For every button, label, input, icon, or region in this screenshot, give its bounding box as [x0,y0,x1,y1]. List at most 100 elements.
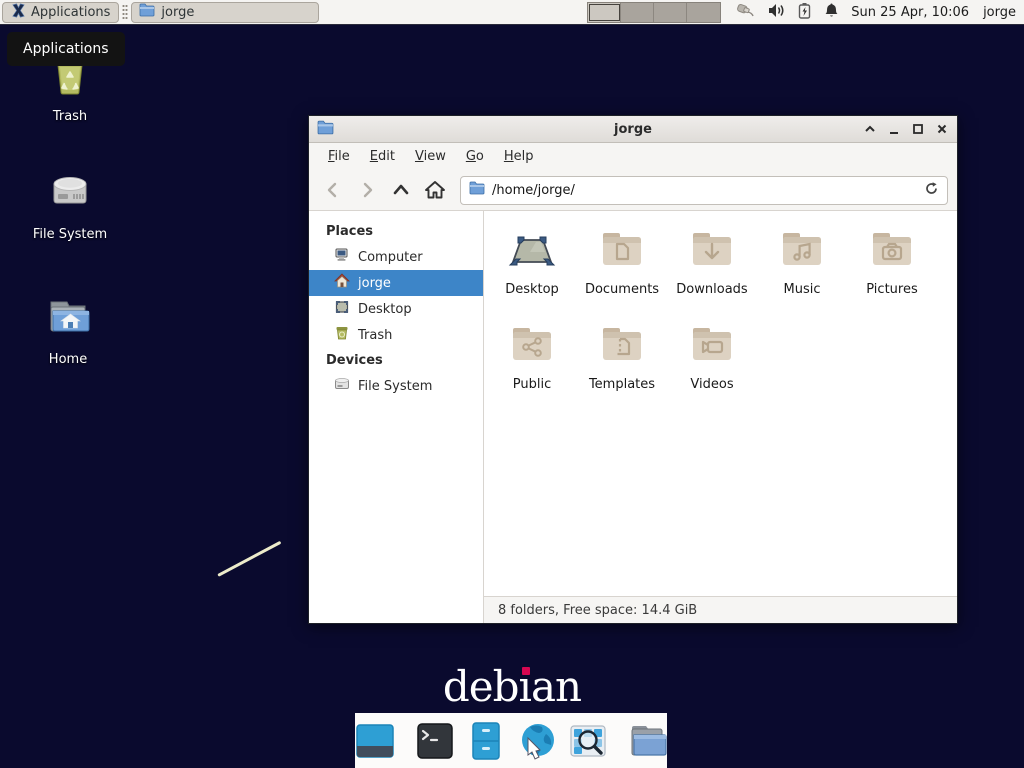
pictures-folder-icon [868,225,916,277]
battery-icon[interactable] [798,2,811,23]
videos-folder-icon [688,320,736,372]
terminal-button[interactable] [414,719,456,763]
window-title: jorge [309,122,957,137]
file-item-templates[interactable]: Templates [577,316,667,411]
home-icon [334,273,350,293]
desktop-icon [334,299,350,319]
sidebar-item-label: Trash [358,328,392,343]
workspace-4[interactable] [687,3,720,22]
sidebar-item-desktop[interactable]: Desktop [309,296,483,322]
bottom-dock [355,713,667,768]
documents-folder-icon [598,225,646,277]
hard-drive-icon [334,376,350,396]
show-desktop-button[interactable] [354,719,396,763]
directory-menu-button[interactable] [627,719,669,763]
sidebar-item-trash[interactable]: Trash [309,322,483,348]
file-item-label: Videos [690,377,733,392]
file-item-label: Templates [589,377,655,392]
menu-file[interactable]: File [319,145,359,168]
file-manager-button[interactable] [465,719,507,763]
forward-button[interactable] [352,175,382,205]
menu-help[interactable]: Help [495,145,543,168]
workspace-1[interactable] [588,3,621,22]
taskbar-window-button[interactable]: jorge [131,2,319,23]
home-folder-icon [44,293,92,345]
sidebar-header-devices: Devices [309,348,483,373]
sidebar-item-filesystem[interactable]: File System [309,373,483,399]
workspace-switcher[interactable] [587,2,721,23]
file-item-label: Documents [585,282,659,297]
main-pane: Desktop Documents [484,211,957,623]
workspace-2[interactable] [621,3,654,22]
panel-handle[interactable] [122,4,128,20]
path-entry[interactable]: /home/jorge/ [460,176,948,205]
folder-icon [139,3,155,21]
file-item-label: Desktop [505,282,559,297]
desktop-icon-label: Home [49,352,87,367]
toolbar: /home/jorge/ [309,170,957,211]
sidebar-item-label: jorge [358,276,391,291]
hard-drive-icon [46,168,94,220]
applications-tooltip: Applications [7,32,125,66]
public-folder-icon [508,320,556,372]
web-browser-button[interactable] [516,719,558,763]
xfce-logo-icon [11,3,26,22]
file-view[interactable]: Desktop Documents [484,211,957,596]
window-titlebar[interactable]: jorge [309,116,957,143]
file-item-documents[interactable]: Documents [577,221,667,316]
workspace-3[interactable] [654,3,687,22]
home-button[interactable] [420,175,450,205]
desktop-icon-filesystem[interactable]: File System [15,168,125,242]
file-manager-window: jorge File Edit View Go Help /home/jorge… [308,115,958,624]
downloads-folder-icon [688,225,736,277]
applications-menu-button[interactable]: Applications [2,2,119,23]
menu-edit[interactable]: Edit [361,145,404,168]
sidebar-item-label: Desktop [358,302,412,317]
desktop-icon-label: File System [33,227,107,242]
close-button[interactable] [935,122,949,136]
menu-go[interactable]: Go [457,145,493,168]
network-plug-icon[interactable] [735,2,755,22]
computer-icon [334,247,350,267]
file-item-pictures[interactable]: Pictures [847,221,937,316]
file-item-videos[interactable]: Videos [667,316,757,411]
debian-logo-text: an [531,662,581,711]
panel-username[interactable]: jorge [983,5,1016,20]
maximize-button[interactable] [911,122,925,136]
menu-view[interactable]: View [406,145,455,168]
sidebar-item-computer[interactable]: Computer [309,244,483,270]
up-button[interactable] [386,175,416,205]
reload-icon[interactable] [924,181,939,200]
file-item-desktop[interactable]: Desktop [487,221,577,316]
file-item-label: Public [513,377,551,392]
sidebar-item-home[interactable]: jorge [309,270,483,296]
desktop-folder-icon [508,225,556,277]
applications-menu-label: Applications [31,5,110,20]
taskbar-window-label: jorge [161,5,194,20]
menubar: File Edit View Go Help [309,143,957,170]
top-panel: Applications jorge Sun 25 Apr, 10:06 jor… [0,0,1024,25]
sidebar-item-label: File System [358,379,432,394]
file-item-public[interactable]: Public [487,316,577,411]
shade-button[interactable] [863,122,877,136]
bell-icon[interactable] [824,2,839,22]
application-finder-button[interactable] [567,719,609,763]
minimize-button[interactable] [887,122,901,136]
file-item-downloads[interactable]: Downloads [667,221,757,316]
debian-logo-i: ı [519,662,531,711]
file-item-music[interactable]: Music [757,221,847,316]
desktop-icon-label: Trash [53,109,87,124]
debian-logo: debıan [0,662,1024,711]
back-button[interactable] [318,175,348,205]
folder-icon [469,181,485,199]
templates-folder-icon [598,320,646,372]
music-folder-icon [778,225,826,277]
file-item-label: Downloads [676,282,747,297]
desktop-icon-home[interactable]: Home [13,293,123,367]
system-tray [735,2,839,23]
file-item-label: Pictures [866,282,917,297]
panel-clock[interactable]: Sun 25 Apr, 10:06 [851,5,969,20]
volume-icon[interactable] [768,3,785,22]
sidebar-item-label: Computer [358,250,423,265]
path-text: /home/jorge/ [492,183,917,198]
